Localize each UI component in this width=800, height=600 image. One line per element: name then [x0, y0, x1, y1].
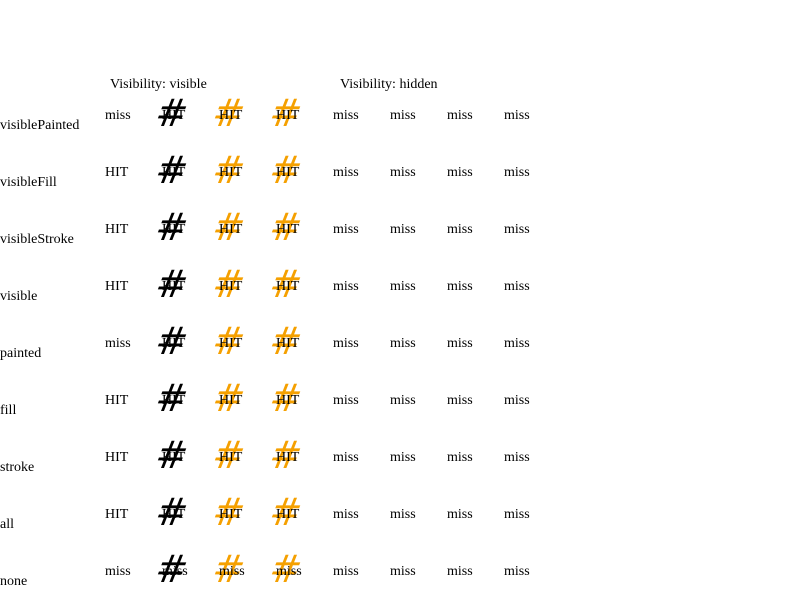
hit-result-cell: HIT: [105, 222, 129, 237]
row-label: none: [0, 574, 28, 589]
hit-result-cell: miss: [447, 108, 473, 123]
row-label: stroke: [0, 460, 35, 475]
hit-result-cell: miss: [447, 222, 473, 237]
hit-result-cell: miss: [276, 564, 302, 579]
hit-result-cell: miss: [333, 279, 359, 294]
hit-result-cell: miss: [504, 222, 530, 237]
hit-result-cell: miss: [390, 222, 416, 237]
hit-result-cell: miss: [447, 507, 473, 522]
row-label: visible: [0, 289, 38, 304]
hit-result-cell: miss: [333, 165, 359, 180]
hit-result-cell: HIT: [276, 507, 300, 522]
hit-result-cell: HIT: [105, 393, 129, 408]
hit-result-cell: HIT: [219, 108, 243, 123]
hit-result-cell: HIT: [276, 336, 300, 351]
hit-result-cell: HIT: [162, 507, 186, 522]
hit-result-cell: HIT: [162, 222, 186, 237]
hit-result-cell: miss: [504, 393, 530, 408]
hit-result-cell: miss: [447, 564, 473, 579]
hit-result-cell: miss: [390, 336, 416, 351]
hit-result-cell: HIT: [162, 165, 186, 180]
row-label: fill: [0, 403, 17, 418]
hit-result-cell: miss: [504, 279, 530, 294]
hit-result-cell: HIT: [276, 450, 300, 465]
hit-result-cell: HIT: [105, 507, 129, 522]
row-label: visiblePainted: [0, 118, 80, 133]
hit-result-cell: miss: [333, 108, 359, 123]
hit-result-cell: HIT: [276, 108, 300, 123]
hit-result-cell: miss: [390, 279, 416, 294]
hit-result-cell: HIT: [162, 108, 186, 123]
hit-result-cell: HIT: [219, 222, 243, 237]
hit-result-cell: miss: [447, 165, 473, 180]
row-label: painted: [0, 346, 42, 361]
hit-result-cell: miss: [105, 336, 131, 351]
hit-result-cell: miss: [390, 564, 416, 579]
hit-result-cell: miss: [333, 222, 359, 237]
hit-result-cell: miss: [447, 393, 473, 408]
hit-result-cell: HIT: [276, 165, 300, 180]
hit-result-cell: miss: [390, 393, 416, 408]
hit-result-cell: miss: [504, 165, 530, 180]
hit-result-cell: miss: [333, 450, 359, 465]
hit-result-cell: HIT: [219, 279, 243, 294]
hit-result-cell: HIT: [105, 450, 129, 465]
hit-result-cell: miss: [105, 108, 131, 123]
hit-result-cell: HIT: [219, 507, 243, 522]
hit-result-cell: HIT: [219, 336, 243, 351]
hit-result-cell: HIT: [276, 393, 300, 408]
hit-result-cell: HIT: [219, 165, 243, 180]
hit-result-cell: HIT: [162, 450, 186, 465]
hit-result-cell: miss: [504, 336, 530, 351]
hit-result-cell: miss: [447, 450, 473, 465]
hit-result-cell: HIT: [276, 222, 300, 237]
hit-result-cell: HIT: [162, 279, 186, 294]
hit-result-cell: miss: [219, 564, 245, 579]
hit-result-cell: miss: [390, 450, 416, 465]
hit-result-cell: miss: [390, 165, 416, 180]
row-label: all: [0, 517, 14, 532]
header-visibility-hidden: Visibility: hidden: [340, 77, 438, 92]
row-label: visibleStroke: [0, 232, 74, 247]
hit-result-cell: HIT: [162, 336, 186, 351]
hit-result-cell: miss: [162, 564, 188, 579]
hit-result-cell: miss: [504, 507, 530, 522]
hit-result-cell: miss: [333, 507, 359, 522]
hit-result-cell: HIT: [105, 165, 129, 180]
hit-result-cell: miss: [447, 336, 473, 351]
hit-result-cell: miss: [390, 507, 416, 522]
hit-result-cell: HIT: [162, 393, 186, 408]
hit-result-cell: miss: [504, 108, 530, 123]
row-label: visibleFill: [0, 175, 57, 190]
hit-result-cell: miss: [333, 564, 359, 579]
hit-result-cell: HIT: [219, 450, 243, 465]
hit-result-cell: miss: [390, 108, 416, 123]
hit-result-cell: HIT: [276, 279, 300, 294]
hit-result-cell: miss: [504, 450, 530, 465]
hit-result-cell: HIT: [105, 279, 129, 294]
hit-result-cell: miss: [333, 393, 359, 408]
hit-result-cell: miss: [447, 279, 473, 294]
hit-result-cell: miss: [333, 336, 359, 351]
hit-result-cell: miss: [105, 564, 131, 579]
hit-result-cell: miss: [504, 564, 530, 579]
hit-result-cell: HIT: [219, 393, 243, 408]
